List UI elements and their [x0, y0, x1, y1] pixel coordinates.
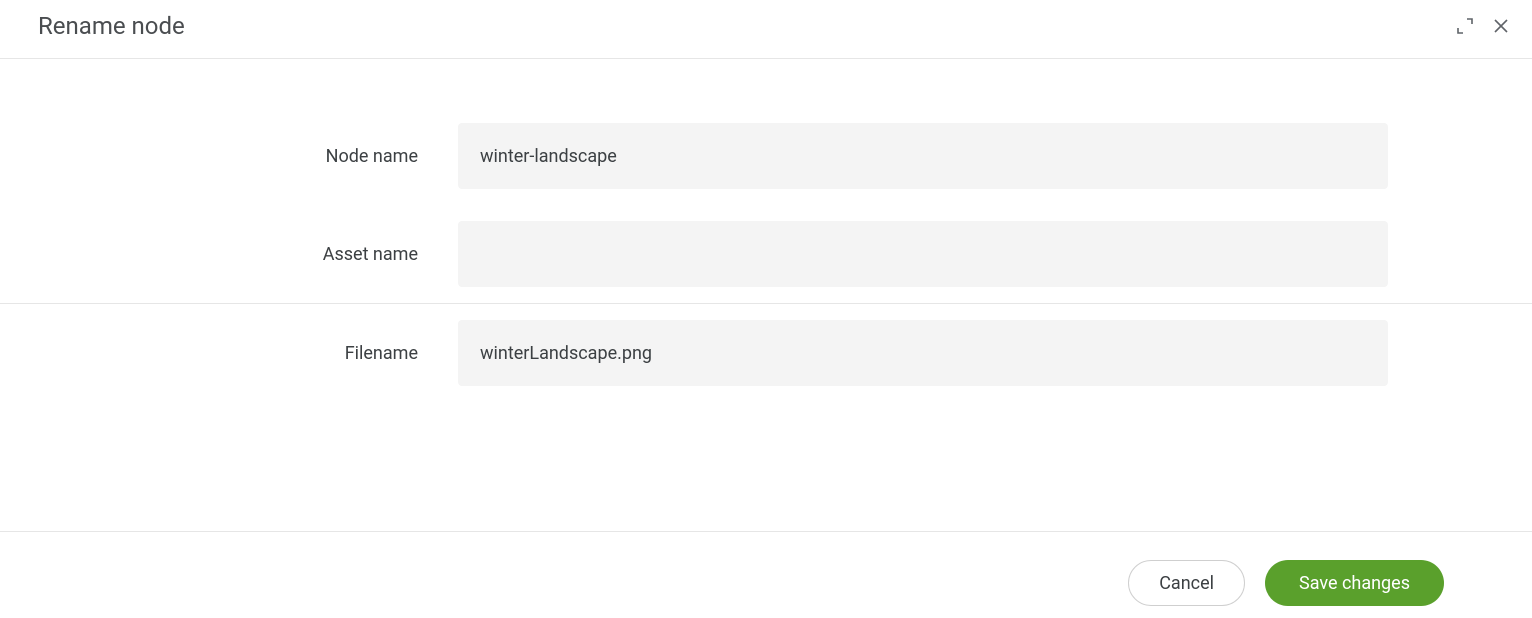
section-names: Node name Asset name — [0, 107, 1532, 303]
dialog-body: Node name Asset name Filename — [0, 59, 1532, 531]
expand-button[interactable] — [1454, 15, 1476, 37]
asset-name-control — [458, 221, 1388, 287]
expand-icon — [1456, 17, 1474, 35]
filename-input[interactable] — [458, 320, 1388, 386]
close-icon — [1492, 17, 1510, 35]
dialog-title: Rename node — [38, 12, 185, 40]
rename-node-dialog: Rename node — [0, 0, 1532, 618]
filename-control — [458, 320, 1388, 386]
asset-name-label: Asset name — [0, 244, 458, 265]
node-name-input[interactable] — [458, 123, 1388, 189]
form-row-asset-name: Asset name — [0, 205, 1532, 303]
form-row-node-name: Node name — [0, 107, 1532, 205]
node-name-label: Node name — [0, 146, 458, 167]
header-actions — [1454, 15, 1512, 37]
form-row-filename: Filename — [0, 304, 1532, 402]
dialog-footer: Cancel Save changes — [0, 531, 1532, 618]
filename-label: Filename — [0, 343, 458, 364]
save-changes-button[interactable]: Save changes — [1265, 560, 1444, 606]
dialog-header: Rename node — [0, 0, 1532, 59]
section-filename: Filename — [0, 303, 1532, 402]
node-name-control — [458, 123, 1388, 189]
cancel-button[interactable]: Cancel — [1128, 560, 1245, 606]
asset-name-input[interactable] — [458, 221, 1388, 287]
close-button[interactable] — [1490, 15, 1512, 37]
